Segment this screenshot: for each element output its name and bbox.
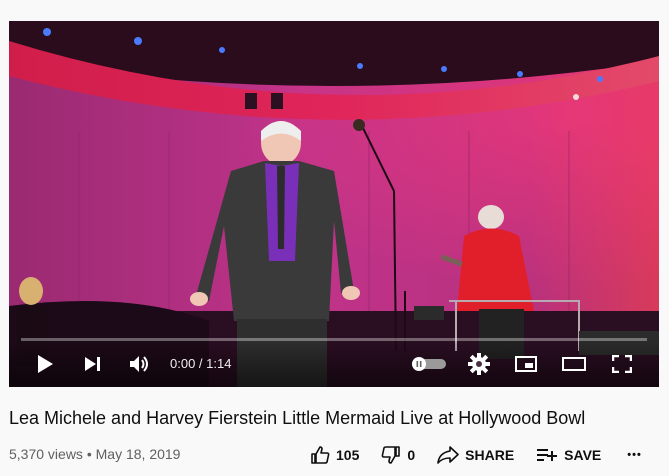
video-meta: 5,370 views • May 18, 2019 xyxy=(9,446,180,462)
video-frame xyxy=(9,21,659,387)
more-actions-button[interactable]: ••• xyxy=(627,449,642,461)
share-label: SHARE xyxy=(465,447,515,463)
like-button[interactable]: 105 xyxy=(310,445,359,465)
video-title: Lea Michele and Harvey Fierstein Little … xyxy=(9,408,586,428)
theater-icon xyxy=(562,357,586,371)
duration: 1:14 xyxy=(206,356,232,371)
next-icon xyxy=(85,357,100,371)
dislike-button[interactable]: 0 xyxy=(381,445,415,465)
fullscreen-button[interactable] xyxy=(609,351,635,377)
time-display: 0:00 / 1:14 xyxy=(170,356,231,371)
current-time: 0:00 xyxy=(170,356,196,371)
dislike-count: 0 xyxy=(407,447,416,463)
next-button[interactable] xyxy=(80,351,106,377)
settings-button[interactable] xyxy=(466,351,492,377)
save-label: SAVE xyxy=(564,447,602,463)
player-controls: 0:00 / 1:14 xyxy=(9,341,659,387)
autoplay-toggle[interactable] xyxy=(412,351,446,377)
play-button[interactable] xyxy=(32,351,58,377)
volume-button[interactable] xyxy=(127,351,153,377)
share-button[interactable]: SHARE xyxy=(437,446,514,464)
thumbs-down-icon xyxy=(381,446,401,464)
gear-icon xyxy=(468,353,490,375)
miniplayer-icon xyxy=(515,356,537,372)
view-count: 5,370 views xyxy=(9,446,83,462)
theater-mode-button[interactable] xyxy=(561,351,587,377)
autoplay-toggle-icon xyxy=(412,357,446,371)
video-player[interactable]: 0:00 / 1:14 xyxy=(9,21,659,387)
save-button[interactable]: SAVE xyxy=(536,447,601,463)
playlist-add-icon xyxy=(537,449,558,461)
miniplayer-button[interactable] xyxy=(513,351,539,377)
more-icon: ••• xyxy=(627,449,642,461)
like-count: 105 xyxy=(336,447,360,463)
volume-icon xyxy=(130,356,148,372)
meta-separator: • xyxy=(86,446,92,462)
thumbs-up-icon xyxy=(311,446,330,464)
fullscreen-icon xyxy=(612,355,632,373)
time-separator: / xyxy=(195,356,207,371)
play-icon xyxy=(38,355,53,373)
publish-date: May 18, 2019 xyxy=(95,446,181,462)
action-bar: 105 0 SHARE SAVE ••• xyxy=(310,444,642,466)
share-icon xyxy=(437,446,459,464)
